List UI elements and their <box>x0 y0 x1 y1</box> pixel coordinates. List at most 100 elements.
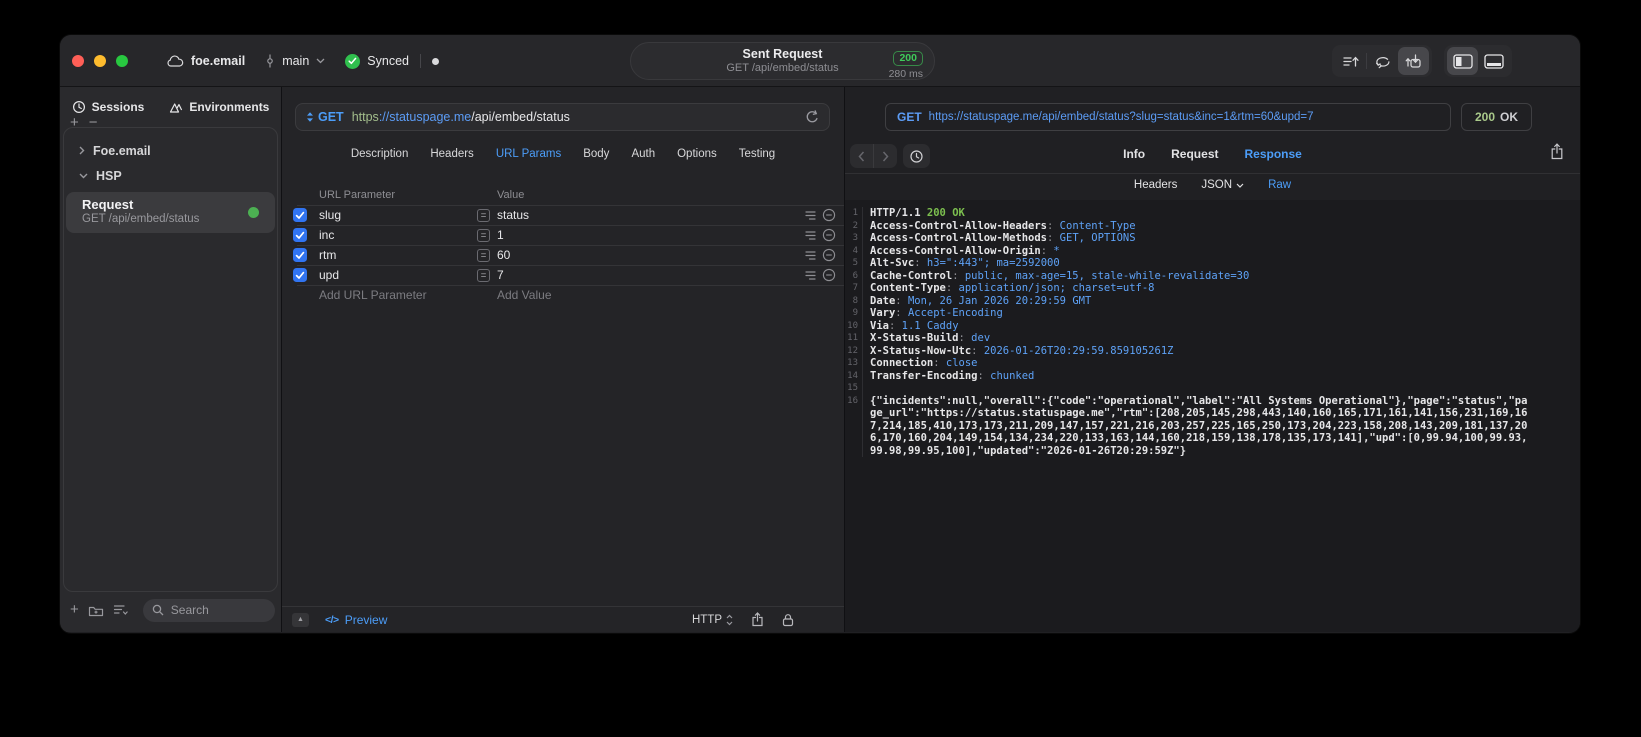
response-tab-request[interactable]: Request <box>1171 147 1218 161</box>
titlebar-separator <box>419 54 421 68</box>
resend-request-icon[interactable] <box>805 110 819 124</box>
preview-button[interactable]: </> Preview <box>325 613 387 627</box>
response-tab-response[interactable]: Response <box>1244 147 1301 161</box>
editor-footer: ▲ </> Preview HTTP <box>282 606 844 632</box>
sort-filter-icon[interactable] <box>113 604 129 616</box>
request-tab-options[interactable]: Options <box>677 148 717 160</box>
search-input[interactable] <box>168 602 266 618</box>
line-content: Vary: Accept-Encoding <box>863 307 1580 320</box>
response-subtab-headers[interactable]: Headers <box>1134 179 1177 191</box>
param-name[interactable]: inc <box>319 225 334 245</box>
param-value[interactable]: 1 <box>497 225 504 245</box>
response-line: 2 Access-Control-Allow-Headers: Content-T… <box>845 219 1580 232</box>
chevron-down-icon[interactable] <box>79 173 88 179</box>
line-number: 3 <box>845 232 863 245</box>
tree-group-foe-email[interactable]: Foe.email <box>64 138 277 163</box>
app-window: foe.email main Synced Sent Request GET /… <box>60 35 1580 633</box>
toggle-left-sidebar-button[interactable] <box>1447 47 1478 75</box>
param-description-icon[interactable] <box>804 229 817 242</box>
request-tab-auth[interactable]: Auth <box>631 148 655 160</box>
param-name[interactable]: upd <box>319 265 339 285</box>
request-list-item-selected[interactable]: Request GET /api/embed/status <box>66 192 275 233</box>
zoom-window-button[interactable] <box>116 55 128 67</box>
tree-group-hsp[interactable]: HSP <box>64 163 277 188</box>
response-subtab-raw[interactable]: Raw <box>1268 179 1291 191</box>
new-folder-icon[interactable] <box>88 604 104 617</box>
param-name[interactable]: slug <box>319 205 341 225</box>
param-description-icon[interactable] <box>804 269 817 282</box>
method-label[interactable]: GET <box>318 110 344 124</box>
remove-param-icon[interactable] <box>822 248 836 262</box>
chevron-down-icon[interactable] <box>316 58 325 64</box>
toggle-bottom-panel-button[interactable] <box>1478 47 1509 75</box>
toolbar-group-layout <box>1444 45 1512 77</box>
raw-response-body[interactable]: 1 HTTP/1.1 200 OK 2 Access-Control-Allow-He… <box>845 200 1580 632</box>
request-tab-description[interactable]: Description <box>351 148 409 160</box>
add-parameter-placeholder[interactable]: Add URL Parameter <box>319 285 427 305</box>
url-host[interactable]: ://statuspage.me <box>379 110 471 124</box>
param-checkbox[interactable] <box>293 208 307 222</box>
protocol-selector[interactable]: HTTP <box>692 614 733 626</box>
url-path[interactable]: /api/embed/status <box>471 110 570 124</box>
line-content: Date: Mon, 26 Jan 2026 20:29:59 GMT <box>863 295 1580 308</box>
param-checkbox[interactable] <box>293 248 307 262</box>
export-response-icon[interactable] <box>1550 143 1564 160</box>
lasso-sync-button[interactable] <box>1367 47 1398 75</box>
remove-param-icon[interactable] <box>822 268 836 282</box>
lock-icon[interactable] <box>782 613 794 627</box>
add-value-placeholder[interactable]: Add Value <box>497 285 552 305</box>
request-tab-body[interactable]: Body <box>583 148 609 160</box>
header-name: X-Status-Now-Utc <box>870 344 972 357</box>
response-subtab-json[interactable]: JSON <box>1201 179 1244 191</box>
request-tab-headers[interactable]: Headers <box>430 148 473 160</box>
request-tab-url-params[interactable]: URL Params <box>496 148 561 160</box>
param-value[interactable]: status <box>497 205 529 225</box>
remove-param-icon[interactable] <box>822 228 836 242</box>
header-colon: : <box>895 307 908 319</box>
param-description-icon[interactable] <box>804 249 817 262</box>
tab-sessions[interactable]: Sessions <box>72 100 144 114</box>
summary-duration: 280 ms <box>888 68 923 80</box>
line-number: 7 <box>845 282 863 295</box>
traffic-lights <box>72 55 128 67</box>
share-icon[interactable] <box>751 612 764 627</box>
tab-environments[interactable]: Environments <box>168 100 269 114</box>
chevron-right-icon[interactable] <box>79 146 85 155</box>
git-branch-icon <box>265 53 275 69</box>
param-value[interactable]: 7 <box>497 265 504 285</box>
header-value: h3=":443"; ma=2592000 <box>926 257 1060 269</box>
branch-name[interactable]: main <box>282 54 309 68</box>
header-value: 1.1 Caddy <box>901 319 959 332</box>
sync-status-label[interactable]: Synced <box>367 54 409 68</box>
request-url-bar[interactable]: GET https://statuspage.me/api/embed/stat… <box>295 103 830 131</box>
param-value[interactable]: 60 <box>497 245 510 265</box>
response-tab-info[interactable]: Info <box>1123 147 1145 161</box>
header-value: Content-Type <box>1059 219 1136 232</box>
url-scheme[interactable]: https <box>352 110 379 124</box>
close-window-button[interactable] <box>72 55 84 67</box>
param-checkbox[interactable] <box>293 268 307 282</box>
param-name[interactable]: rtm <box>319 245 336 265</box>
http-status: 200 OK <box>926 207 965 219</box>
request-tab-testing[interactable]: Testing <box>739 148 775 160</box>
method-selector-icon[interactable] <box>306 111 314 123</box>
sent-request-summary[interactable]: Sent Request GET /api/embed/status 200 2… <box>630 42 935 80</box>
line-number: 9 <box>845 307 863 320</box>
import-sync-button[interactable] <box>1398 47 1429 75</box>
remove-param-icon[interactable] <box>822 208 836 222</box>
minimize-window-button[interactable] <box>94 55 106 67</box>
sent-request-url[interactable]: GET https://statuspage.me/api/embed/stat… <box>885 103 1451 131</box>
project-name[interactable]: foe.email <box>191 54 245 68</box>
chevron-down-icon <box>1236 183 1244 188</box>
export-requests-button[interactable] <box>1335 47 1366 75</box>
response-line: 14 Transfer-Encoding: chunked <box>845 369 1580 382</box>
add-param-row[interactable]: Add URL Parameter Add Value <box>282 285 844 305</box>
toggle-console-button[interactable]: ▲ <box>292 612 309 627</box>
header-colon: : <box>971 344 984 357</box>
new-request-button[interactable]: + <box>70 602 79 617</box>
search-field[interactable] <box>142 598 275 622</box>
param-description-icon[interactable] <box>804 209 817 222</box>
param-row: upd = 7 <box>282 265 844 285</box>
request-editor-tabs: Description Headers URL Params Body Auth Opti… <box>282 148 844 160</box>
param-checkbox[interactable] <box>293 228 307 242</box>
